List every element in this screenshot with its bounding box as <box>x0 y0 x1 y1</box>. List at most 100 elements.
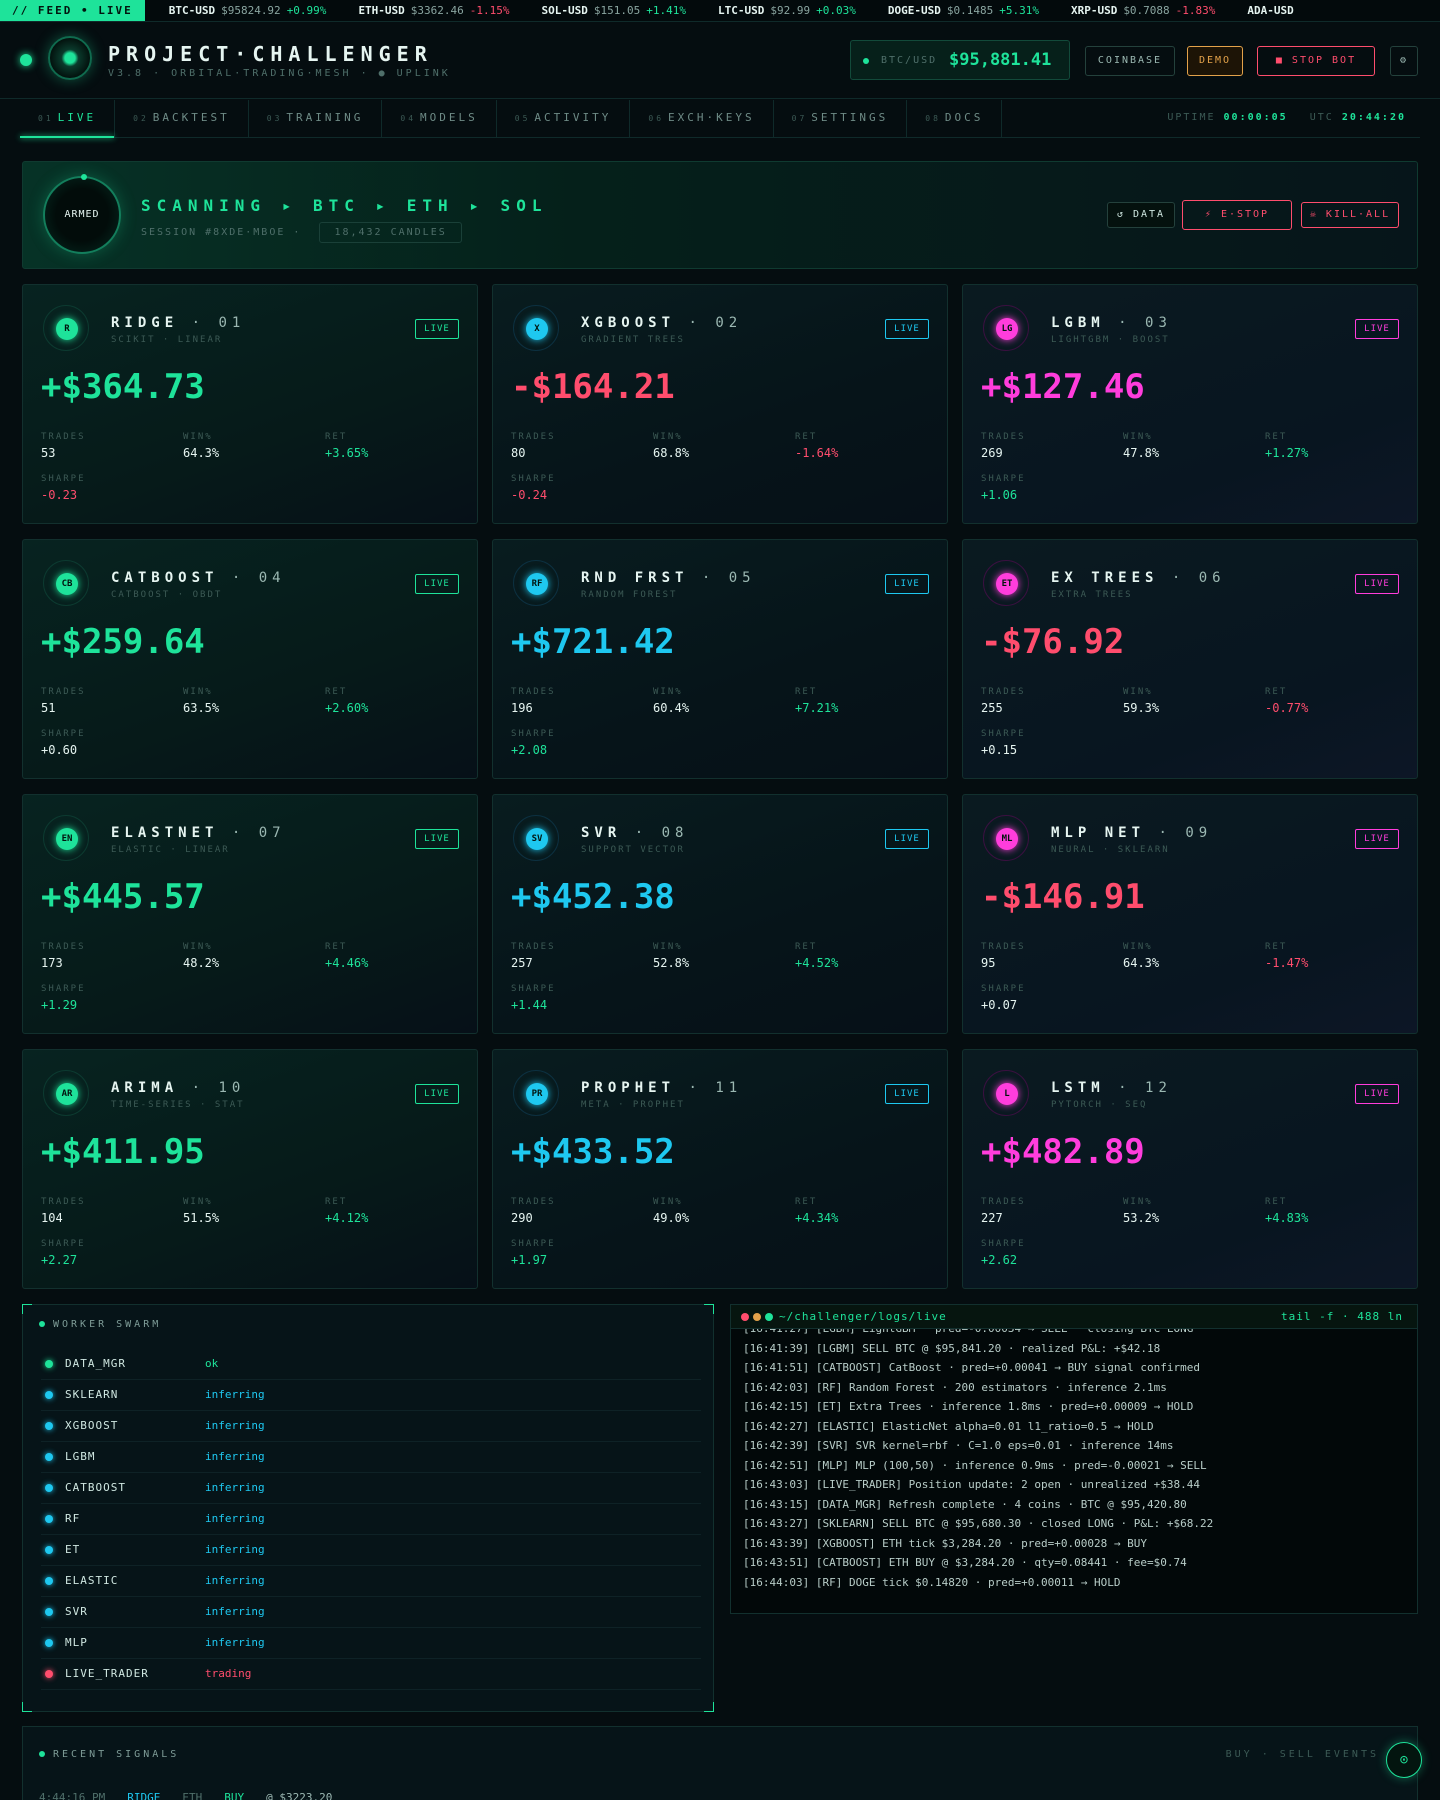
stat-label: WIN% <box>653 942 683 952</box>
stat-ret: RET -0.77% <box>1265 687 1308 715</box>
live-badge: LIVE <box>415 319 459 339</box>
model-card[interactable]: EN ELASTNET · 07 ELASTIC · LINEAR LIVE +$445… <box>22 794 478 1034</box>
model-type: NEURAL · SKLEARN <box>1051 845 1170 855</box>
model-card[interactable]: L LSTM · 12 PYTORCH · SEQ LIVE +$482.89 TRADE… <box>962 1049 1418 1289</box>
model-card[interactable]: X XGBOOST · 02 GRADIENT TREES LIVE -$164.21 T… <box>492 284 948 524</box>
tab-activity[interactable]: 05 ACTIVITY <box>497 100 631 137</box>
stat-label: RET <box>795 687 818 697</box>
live-dot-icon <box>863 58 869 64</box>
floating-target-button[interactable]: ⊙ <box>1386 1742 1422 1778</box>
demo-mode-button[interactable]: DEMO <box>1187 46 1243 76</box>
ticker-change: +0.03% <box>816 4 856 17</box>
kill-all-button[interactable]: ☠ KILL·ALL <box>1301 202 1399 228</box>
tab-label: BACKTEST <box>152 111 230 124</box>
live-badge: LIVE <box>415 829 459 849</box>
armed-pip-icon <box>81 174 87 180</box>
model-id: 10 <box>218 1080 246 1096</box>
stat-trades: TRADES 290 <box>511 1197 556 1225</box>
worker-status-dot <box>45 1484 53 1492</box>
stat-label: WIN% <box>653 432 683 442</box>
stat-value: 53.2% <box>1123 1211 1160 1225</box>
status-led-icon <box>20 54 32 66</box>
refresh-data-button[interactable]: ↺ DATA <box>1107 202 1175 228</box>
tab-docs[interactable]: 08 DOCS <box>907 100 1003 137</box>
stat-label: RET <box>325 1197 348 1207</box>
tab-number: 01 <box>38 114 54 123</box>
tab-backtest[interactable]: 02 BACKTEST <box>115 100 249 137</box>
candle-count: 18,432 CANDLES <box>319 222 462 243</box>
tab-exchkeys[interactable]: 06 EXCH·KEYS <box>630 100 774 137</box>
worker-status-dot <box>45 1453 53 1461</box>
model-card[interactable]: ML MLP NET · 09 NEURAL · SKLEARN LIVE -$146.… <box>962 794 1418 1034</box>
log-line: [16:41:27] [LGBM] LightGBM · pred=-0.000… <box>743 1329 1403 1339</box>
worker-name: LIVE_TRADER <box>65 1667 149 1680</box>
model-card[interactable]: ET EX TREES · 06 EXTRA TREES LIVE -$76.92 TRA… <box>962 539 1418 779</box>
stat-sharpe: SHARPE +2.08 <box>511 729 556 757</box>
model-card[interactable]: RF RND FRST · 05 RANDOM FOREST LIVE +$721.42… <box>492 539 948 779</box>
worker-status-dot <box>45 1360 53 1368</box>
model-card[interactable]: R RIDGE · 01 SCIKIT · LINEAR LIVE +$364.73 TR… <box>22 284 478 524</box>
btc-price: $95,881.41 <box>949 50 1052 70</box>
tab-live[interactable]: 01 LIVE <box>20 100 116 138</box>
stat-label: SHARPE <box>981 984 1026 994</box>
live-badge: LIVE <box>885 574 929 594</box>
model-type: TIME-SERIES · STAT <box>111 1100 245 1110</box>
stat-ret: RET -1.47% <box>1265 942 1308 970</box>
model-initials: EN <box>56 828 78 850</box>
ticker-item[interactable]: LTC-USD $92.99 +0.03% <box>718 4 856 17</box>
stat-trades: TRADES 173 <box>41 942 86 970</box>
model-type: LIGHTGBM · BOOST <box>1051 335 1170 345</box>
worker-status: ok <box>205 1357 219 1370</box>
stat-value: 269 <box>981 446 1003 460</box>
stat-label: TRADES <box>981 687 1026 697</box>
worker-name: XGBOOST <box>65 1419 119 1432</box>
model-type: PYTORCH · SEQ <box>1051 1100 1148 1110</box>
stop-bot-button[interactable]: ■ STOP BOT <box>1257 46 1375 76</box>
tab-models[interactable]: 04 MODELS <box>382 100 497 137</box>
worker-status-dot <box>45 1670 53 1678</box>
stat-label: WIN% <box>1123 687 1153 697</box>
stat-label: TRADES <box>511 942 556 952</box>
stat-label: TRADES <box>41 1197 86 1207</box>
pnl-value: +$721.42 <box>511 622 675 662</box>
ticker-item[interactable]: XRP-USD $0.7088 -1.83% <box>1071 4 1215 17</box>
stat-label: TRADES <box>511 1197 556 1207</box>
ticker-price: $95824.92 <box>221 4 281 17</box>
stat-win: WIN% 48.2% <box>183 942 219 970</box>
corner-accent <box>704 1304 714 1314</box>
stat-label: SHARPE <box>511 474 556 484</box>
stat-ret: RET +4.83% <box>1265 1197 1308 1225</box>
model-card[interactable]: LG LGBM · 03 LIGHTGBM · BOOST LIVE +$127.46 T… <box>962 284 1418 524</box>
model-initials: SV <box>526 828 548 850</box>
ticker-item[interactable]: BTC-USD $95824.92 +0.99% <box>169 4 327 17</box>
worker-name: SVR <box>65 1605 88 1618</box>
tab-number: 05 <box>514 114 531 123</box>
ticker-item[interactable]: SOL-USD $151.05 +1.41% <box>542 4 686 17</box>
exchange-coinbase-button[interactable]: COINBASE <box>1085 46 1175 76</box>
model-card[interactable]: SV SVR · 08 SUPPORT VECTOR LIVE +$452.38 TRAD… <box>492 794 948 1034</box>
tab-label: MODELS <box>420 111 478 124</box>
stat-sharpe: SHARPE +0.15 <box>981 729 1026 757</box>
tab-settings[interactable]: 07 SETTINGS <box>774 100 908 137</box>
emergency-stop-button[interactable]: ⚡ E·STOP <box>1182 200 1292 230</box>
model-name: PROPHET · 11 <box>581 1080 742 1096</box>
stat-label: SHARPE <box>41 984 86 994</box>
model-card[interactable]: PR PROPHET · 11 META · PROPHET LIVE +$433.52… <box>492 1049 948 1289</box>
log-output[interactable]: [16:41:27] [LGBM] LightGBM · pred=-0.000… <box>743 1329 1403 1609</box>
stat-sharpe: SHARPE +1.29 <box>41 984 86 1012</box>
session-id: SESSION #8XDE·MBOE · <box>141 227 302 238</box>
recent-signals-panel: RECENT SIGNALS BUY · SELL EVENTS 4:44:16… <box>22 1726 1418 1800</box>
scan-banner: ARMED SCANNING ▸ BTC ▸ ETH ▸ SOL SESSION… <box>22 161 1418 269</box>
tab-training[interactable]: 03 TRAINING <box>249 100 383 137</box>
ticker-item[interactable]: DOGE-USD $0.1485 +5.31% <box>888 4 1039 17</box>
stat-label: SHARPE <box>981 729 1026 739</box>
btc-label: BTC/USD <box>881 55 938 66</box>
model-card[interactable]: CB CATBOOST · 04 CATBOOST · OBDT LIVE +$259.… <box>22 539 478 779</box>
ticker-item[interactable]: ADA-USD <box>1247 4 1305 17</box>
model-card[interactable]: AR ARIMA · 10 TIME-SERIES · STAT LIVE +$411.… <box>22 1049 478 1289</box>
settings-gear-icon[interactable]: ⚙ <box>1390 46 1418 76</box>
stat-trades: TRADES 227 <box>981 1197 1026 1225</box>
ticker-item[interactable]: ETH-USD $3362.46 -1.15% <box>358 4 509 17</box>
stat-ret: RET +7.21% <box>795 687 838 715</box>
log-line: [16:42:03] [RF] Random Forest · 200 esti… <box>743 1380 1167 1394</box>
